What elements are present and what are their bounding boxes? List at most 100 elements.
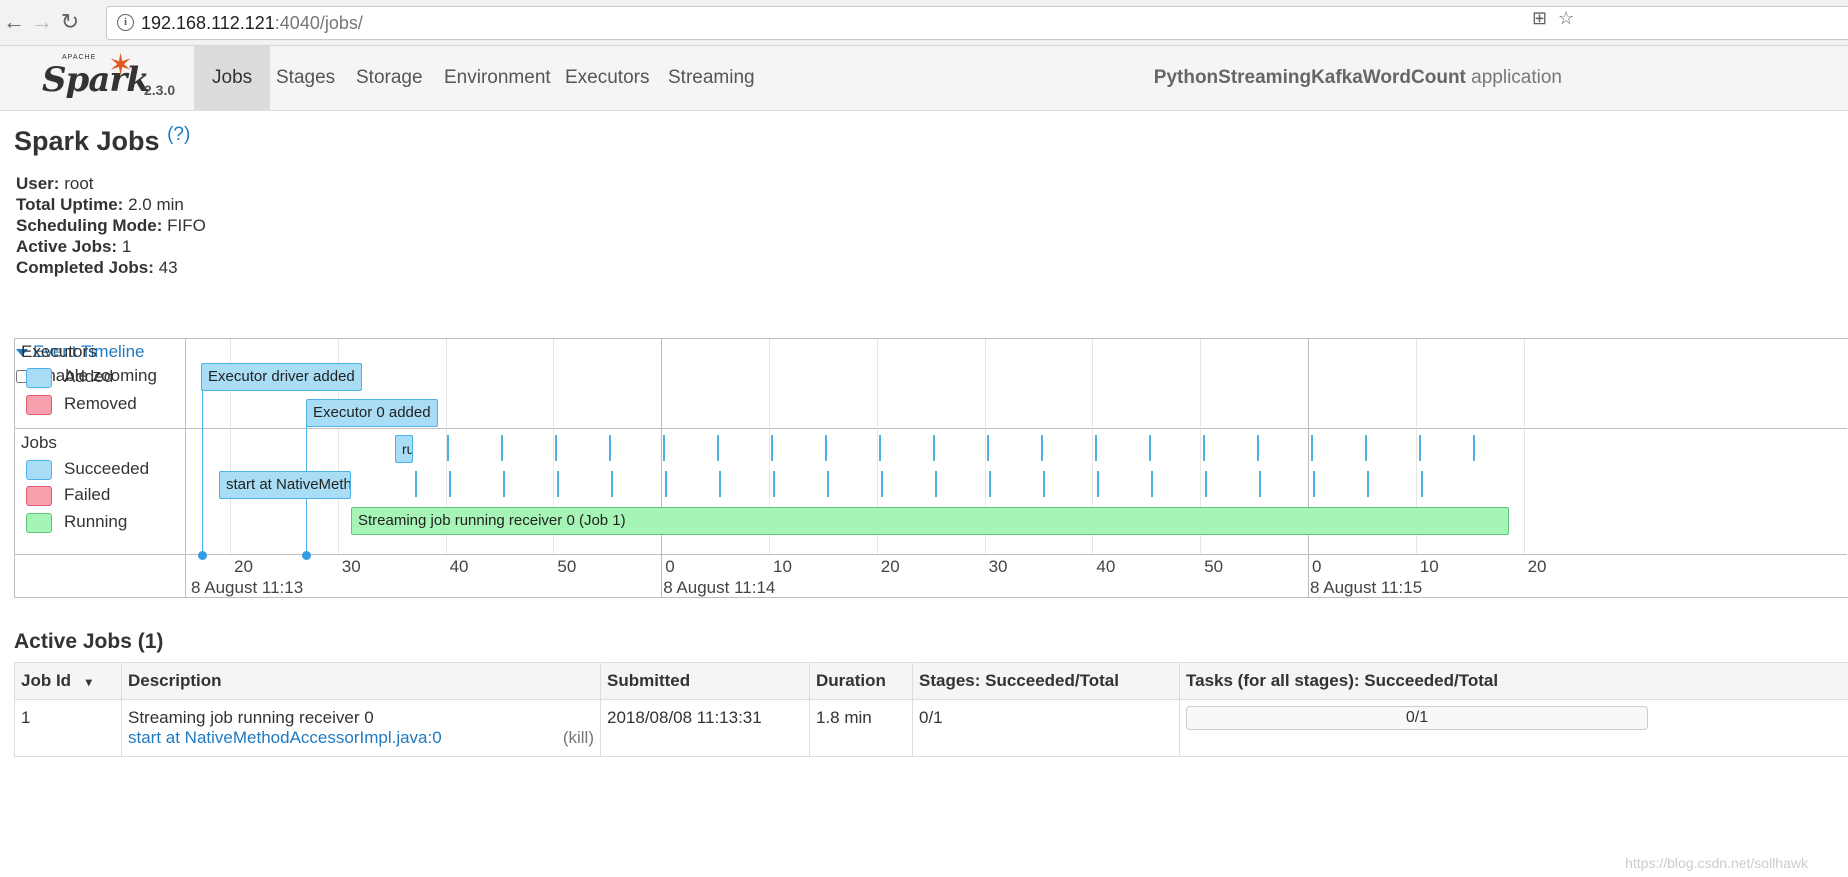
- job-tick[interactable]: [1365, 435, 1367, 461]
- axis-date-label: 8 August 11:15: [1310, 578, 1423, 597]
- job-tick[interactable]: [771, 435, 773, 461]
- job-tick[interactable]: [555, 435, 557, 461]
- job-tick[interactable]: [449, 471, 451, 497]
- axis-tick-label: 30: [988, 557, 1008, 576]
- job-tick[interactable]: [827, 471, 829, 497]
- job-tick[interactable]: [935, 471, 937, 497]
- job-tick[interactable]: [503, 471, 505, 497]
- col-tasks[interactable]: Tasks (for all stages): Succeeded/Total: [1179, 662, 1848, 700]
- job-tick[interactable]: [1097, 471, 1099, 497]
- active-jobs-heading[interactable]: Active Jobs (1): [14, 630, 163, 654]
- job-tick[interactable]: [1151, 471, 1153, 497]
- grid-line: [1523, 339, 1525, 554]
- job-description: Streaming job running receiver 0 start a…: [121, 699, 601, 757]
- job-tick[interactable]: [773, 471, 775, 497]
- axis-tick-label: 0: [665, 557, 675, 576]
- legend-added: Added: [26, 367, 113, 388]
- axis-tick-label: 20: [1527, 557, 1547, 576]
- axis-date-label: 8 August 11:14: [663, 578, 776, 597]
- back-arrow-icon[interactable]: ←: [2, 10, 26, 34]
- completed-jobs-info: Completed Jobs: 43: [16, 258, 178, 277]
- watermark: https://blog.csdn.net/sollhawk: [1625, 855, 1808, 871]
- info-icon[interactable]: i: [117, 14, 134, 31]
- job-tick[interactable]: [1311, 435, 1313, 461]
- job-tick[interactable]: [447, 435, 449, 461]
- job-tick[interactable]: [1421, 471, 1423, 497]
- event-dot[interactable]: [198, 551, 207, 560]
- url-text: 192.168.112.121:4040/jobs/: [141, 13, 363, 33]
- col-submitted[interactable]: Submitted: [600, 662, 810, 700]
- job-tick[interactable]: [665, 471, 667, 497]
- axis-tick-label: 10: [1419, 557, 1439, 576]
- job-tick[interactable]: [1473, 435, 1475, 461]
- job-tick[interactable]: [1259, 471, 1261, 497]
- job-tick[interactable]: [415, 471, 417, 497]
- event-timeline: Executors Added Removed Jobs Succeeded F…: [14, 338, 1848, 598]
- translate-icon[interactable]: ⊞: [1532, 8, 1547, 29]
- forward-arrow-icon[interactable]: →: [30, 10, 54, 34]
- completed-jobs-link[interactable]: Completed Jobs:: [16, 258, 154, 277]
- job-bar-start[interactable]: start at NativeMethodAccessorImpl.java:0: [219, 471, 351, 499]
- job-tick[interactable]: [1203, 435, 1205, 461]
- job-tick[interactable]: [1367, 471, 1369, 497]
- job-id: 1: [14, 699, 122, 757]
- job-tick[interactable]: [719, 471, 721, 497]
- job-tick[interactable]: [609, 435, 611, 461]
- job-bar-running[interactable]: Streaming job running receiver 0 (Job 1): [351, 507, 1509, 535]
- kill-link[interactable]: (kill): [563, 728, 594, 748]
- job-tick[interactable]: [1095, 435, 1097, 461]
- job-tick[interactable]: [663, 435, 665, 461]
- event-executor-driver-added[interactable]: Executor driver added: [201, 363, 362, 391]
- active-jobs-table: Job Id ▾ Description Submitted Duration …: [14, 662, 1848, 757]
- job-tick[interactable]: [557, 471, 559, 497]
- job-tick[interactable]: [1419, 435, 1421, 461]
- legend-running: Running: [26, 512, 127, 533]
- job-tick[interactable]: [825, 435, 827, 461]
- job-tasks: 0/1: [1179, 699, 1848, 757]
- active-jobs-link[interactable]: Active Jobs:: [16, 237, 117, 256]
- col-description[interactable]: Description: [121, 662, 601, 700]
- event-executor-0-added[interactable]: Executor 0 added: [306, 399, 438, 427]
- legend-removed: Removed: [26, 394, 137, 415]
- jobs-group-label: Jobs: [21, 433, 57, 452]
- job-tick[interactable]: [881, 471, 883, 497]
- job-tick[interactable]: [987, 435, 989, 461]
- uptime-info: Total Uptime: 2.0 min: [16, 195, 184, 214]
- job-duration: 1.8 min: [809, 699, 913, 757]
- job-link[interactable]: start at NativeMethodAccessorImpl.java:0: [128, 728, 442, 747]
- job-tick[interactable]: [1257, 435, 1259, 461]
- job-tick[interactable]: [1149, 435, 1151, 461]
- browser-toolbar: ← → ↻ i 192.168.112.121:4040/jobs/ ⊞ ☆: [0, 0, 1848, 46]
- event-dot[interactable]: [302, 551, 311, 560]
- job-tick[interactable]: [1205, 471, 1207, 497]
- job-tick[interactable]: [1313, 471, 1315, 497]
- job-tick[interactable]: [1041, 435, 1043, 461]
- axis-date-label: 8 August 11:13: [191, 578, 304, 597]
- axis-tick-label: 50: [1204, 557, 1224, 576]
- axis-tick-label: 20: [880, 557, 900, 576]
- col-job-id[interactable]: Job Id ▾: [14, 662, 122, 700]
- job-tick[interactable]: [933, 435, 935, 461]
- job-tick[interactable]: [1043, 471, 1045, 497]
- bookmark-star-icon[interactable]: ☆: [1558, 8, 1574, 29]
- job-tick[interactable]: [717, 435, 719, 461]
- tasks-progress-bar: 0/1: [1186, 706, 1648, 730]
- tab-streaming[interactable]: Streaming: [650, 46, 773, 110]
- legend-succeeded: Succeeded: [26, 459, 149, 480]
- job-submitted: 2018/08/08 11:13:31: [600, 699, 810, 757]
- help-link[interactable]: (?): [167, 124, 190, 145]
- executors-group-label: Executors: [21, 342, 97, 361]
- col-stages[interactable]: Stages: Succeeded/Total: [912, 662, 1180, 700]
- col-duration[interactable]: Duration: [809, 662, 913, 700]
- reload-icon[interactable]: ↻: [58, 10, 82, 34]
- job-tick[interactable]: [501, 435, 503, 461]
- job-tick[interactable]: [989, 471, 991, 497]
- grid-line: [661, 339, 663, 597]
- job-bar-short[interactable]: ru: [395, 435, 413, 463]
- app-title: PythonStreamingKafkaWordCount applicatio…: [1153, 67, 1562, 88]
- job-tick[interactable]: [611, 471, 613, 497]
- address-bar[interactable]: i 192.168.112.121:4040/jobs/: [106, 6, 1848, 40]
- spark-logo[interactable]: APACHE Spark ✶: [40, 49, 150, 106]
- job-tick[interactable]: [879, 435, 881, 461]
- table-row: 1 Streaming job running receiver 0 start…: [14, 699, 1848, 757]
